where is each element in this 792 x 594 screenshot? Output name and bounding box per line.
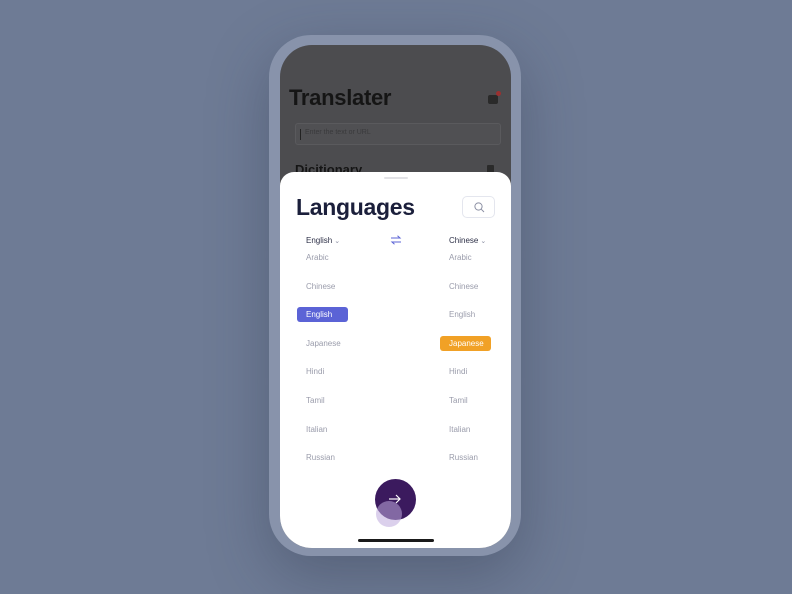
language-option-russian[interactable]: Russian	[440, 450, 478, 465]
language-option-hindi[interactable]: Hindi	[440, 364, 467, 379]
language-option-russian[interactable]: Russian	[297, 450, 335, 465]
languages-sheet: Languages English ⌄ Chinese ⌄ Arabic Chin…	[280, 172, 511, 548]
language-option-italian[interactable]: Italian	[297, 422, 327, 437]
home-indicator[interactable]	[358, 539, 434, 542]
source-language-label: English	[306, 236, 333, 245]
language-option-hindi[interactable]: Hindi	[297, 364, 324, 379]
text-caret	[300, 129, 301, 140]
notification-badge	[496, 91, 501, 96]
search-button[interactable]	[462, 196, 495, 218]
chevron-down-icon: ⌄	[334, 237, 341, 245]
chevron-down-icon: ⌄	[480, 237, 487, 245]
language-option-chinese[interactable]: Chinese	[440, 279, 478, 294]
translate-input: Enter the text or URL	[295, 123, 501, 145]
phone-frame: Translater Enter the text or URL Dicitio…	[269, 35, 521, 556]
cart-icon	[488, 95, 498, 104]
language-option-japanese[interactable]: Japanese	[440, 335, 491, 351]
language-option-english[interactable]: English	[440, 307, 475, 322]
language-option-italian[interactable]: Italian	[440, 422, 470, 437]
app-title: Translater	[289, 85, 392, 110]
phone-screen: Translater Enter the text or URL Dicitio…	[280, 45, 511, 548]
language-option-japanese[interactable]: Japanese	[297, 336, 341, 351]
target-language-select[interactable]: Chinese ⌄	[449, 236, 486, 245]
source-language-select[interactable]: English ⌄	[306, 236, 340, 245]
translate-input-placeholder: Enter the text or URL	[305, 129, 371, 136]
language-option-tamil[interactable]: Tamil	[440, 393, 468, 408]
touch-ripple	[376, 501, 402, 527]
language-option-arabic[interactable]: Arabic	[297, 250, 329, 265]
swap-icon[interactable]	[390, 235, 402, 245]
sheet-grabber[interactable]	[384, 177, 408, 179]
language-option-arabic[interactable]: Arabic	[440, 250, 472, 265]
language-option-english[interactable]: English	[297, 307, 348, 323]
search-icon	[474, 202, 485, 213]
language-option-tamil[interactable]: Tamil	[297, 393, 325, 408]
sheet-title: Languages	[296, 194, 415, 220]
target-language-label: Chinese	[449, 236, 479, 245]
language-option-chinese[interactable]: Chinese	[297, 279, 335, 294]
